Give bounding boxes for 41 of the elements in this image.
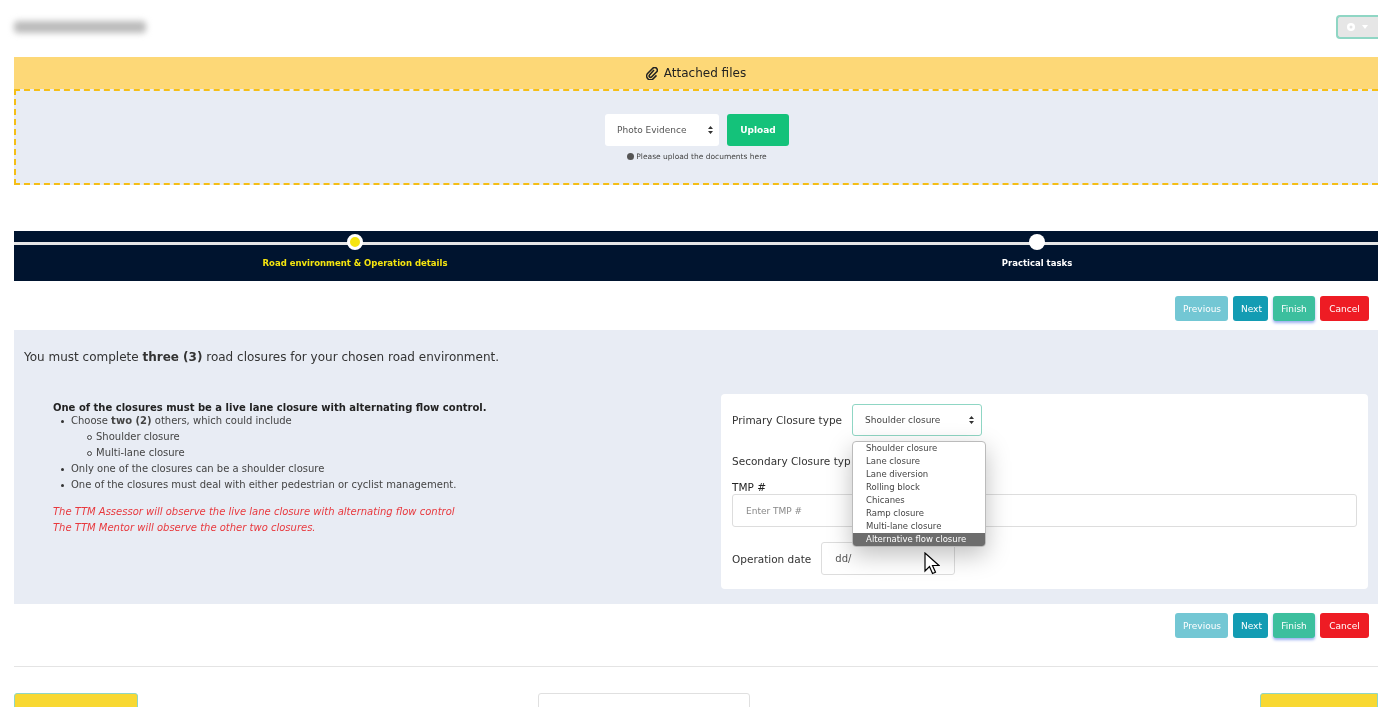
operation-date-label: Operation date: [732, 552, 812, 565]
note-text: The TTM Mentor will observe the other two closures.: [53, 521, 317, 535]
info-icon: [627, 152, 635, 160]
dropdown-option[interactable]: Alternative flow closure: [853, 533, 986, 546]
dropdown-option[interactable]: Chicanes: [853, 494, 986, 507]
sort-arrows-icon: [708, 125, 713, 134]
step-dot[interactable]: [1029, 234, 1045, 250]
secondary-closure-label: Secondary Closure typ: [732, 455, 851, 467]
mouse-cursor-icon: [924, 552, 941, 576]
cancel-button[interactable]: Cancel: [1320, 613, 1369, 638]
sort-arrows-icon: [969, 416, 975, 424]
cancel-button[interactable]: Cancel: [1320, 296, 1369, 321]
instruction-heading: One of the closures must be a live lane closure with alternating flow control.: [53, 402, 487, 413]
document-type-select[interactable]: Photo Evidence: [605, 113, 719, 146]
requirement-text: Multi-lane closure: [96, 447, 185, 458]
requirement-text: Shoulder closure: [96, 431, 180, 442]
requirement-text: Only one of the closures can be a shoulder closure: [71, 463, 325, 474]
step-dot[interactable]: [347, 234, 363, 250]
settings-icon: [1346, 21, 1356, 32]
requirement-text: Choose two (2) others, which could include: [71, 415, 292, 426]
settings-button[interactable]: [1336, 14, 1378, 39]
dropdown-option[interactable]: Lane diversion: [853, 468, 986, 481]
paperclip-icon: [645, 66, 658, 80]
step-label[interactable]: Road environment & Operation details: [262, 258, 448, 268]
note-text: The TTM Assessor will observe the live lane closure with alternating flow control: [53, 505, 456, 519]
dropdown-option[interactable]: Lane closure: [853, 455, 986, 468]
bullet-icon: [61, 484, 64, 487]
requirement-text: One of the closures must deal with either pedestrian or cyclist management.: [71, 479, 457, 490]
bullet-icon: [61, 420, 64, 423]
dropdown-option[interactable]: Rolling block: [853, 481, 986, 494]
primary-closure-select[interactable]: Shoulder closure: [852, 404, 983, 436]
date-input[interactable]: dd/: [821, 542, 956, 575]
step-label[interactable]: Practical tasks: [1001, 258, 1073, 268]
dropdown-option[interactable]: Shoulder closure: [853, 442, 986, 455]
bullet-icon: [61, 468, 64, 471]
tmp-label: TMP #: [732, 481, 766, 493]
primary-closure-label: Primary Closure type: [732, 414, 843, 426]
caret-icon: [1362, 24, 1368, 29]
attachments-title: Attached files: [663, 66, 747, 80]
dropdown-option[interactable]: Ramp closure: [853, 507, 986, 520]
instruction-text: You must complete three (3) road closures for your chosen road environment.: [24, 349, 501, 364]
